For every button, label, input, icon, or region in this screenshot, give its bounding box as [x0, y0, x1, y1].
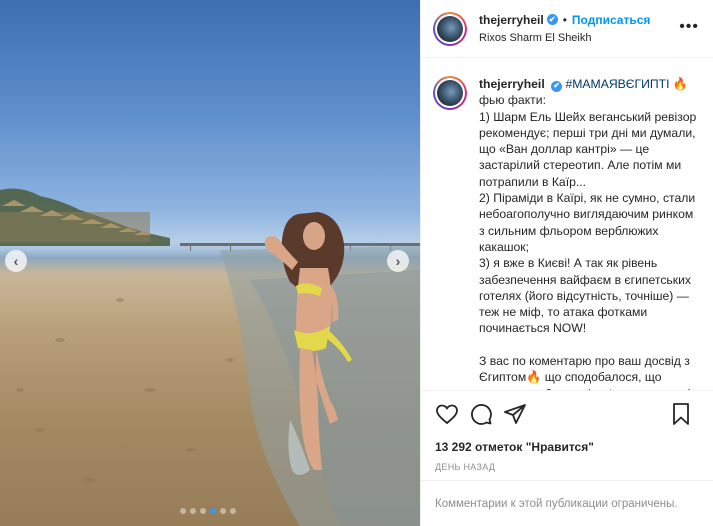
separator: •	[562, 12, 567, 27]
avatar[interactable]	[433, 11, 467, 46]
post-photo[interactable]: ‹ ›	[0, 0, 420, 526]
follow-button[interactable]: Подписаться	[572, 11, 650, 29]
username-link[interactable]: thejerryheil	[479, 11, 544, 29]
caption-username-link[interactable]: thejerryheil	[479, 77, 545, 91]
carousel-prev-button[interactable]: ‹	[5, 250, 27, 272]
post-timestamp[interactable]: ДЕНЬ НАЗАД	[435, 462, 495, 472]
carousel-next-button[interactable]: ›	[387, 250, 409, 272]
bookmark-icon[interactable]	[669, 402, 693, 426]
caption-body: thejerryheil ✔ #МАМАЯВЄГИПТІ 🔥 фью факти…	[479, 76, 701, 390]
caption-section: thejerryheil ✔ #МАМАЯВЄГИПТІ 🔥 фью факти…	[421, 58, 713, 390]
caption-avatar[interactable]	[433, 76, 467, 110]
beach-scene	[0, 188, 420, 526]
location-link[interactable]: Rixos Sharm El Sheikh	[479, 29, 650, 47]
comment-icon[interactable]	[469, 402, 493, 426]
comments-restricted-notice: Комментарии к этой публикации ограничены…	[421, 480, 713, 526]
chevron-right-icon: ›	[395, 253, 401, 269]
verified-badge-icon: ✔	[551, 80, 563, 92]
verified-badge-icon: ✔	[546, 14, 558, 25]
chevron-left-icon: ‹	[13, 253, 19, 269]
more-options-button[interactable]: •••	[679, 18, 699, 36]
hashtag-link[interactable]: #МАМАЯВЄГИПТІ	[566, 77, 670, 91]
heart-icon[interactable]	[435, 402, 459, 426]
carousel-dot	[190, 508, 196, 514]
carousel-dot	[230, 508, 236, 514]
post-header: thejerryheil ✔ • Подписаться Rixos Sharm…	[421, 0, 713, 58]
more-horizontal-icon: •••	[679, 18, 699, 35]
share-icon[interactable]	[503, 402, 527, 426]
carousel-dot	[180, 508, 186, 514]
carousel-dot	[220, 508, 226, 514]
post-side-panel: thejerryheil ✔ • Подписаться Rixos Sharm…	[420, 0, 713, 526]
action-bar	[421, 390, 713, 436]
fire-emoji: 🔥	[672, 77, 689, 91]
likes-count[interactable]: 13 292 отметок "Нравится"	[435, 440, 594, 454]
caption-text: фью факти: 1) Шарм Ель Шейх веганський р…	[479, 93, 697, 390]
carousel-dot	[200, 508, 206, 514]
carousel-indicator	[180, 508, 236, 514]
carousel-dot-active	[210, 508, 216, 514]
